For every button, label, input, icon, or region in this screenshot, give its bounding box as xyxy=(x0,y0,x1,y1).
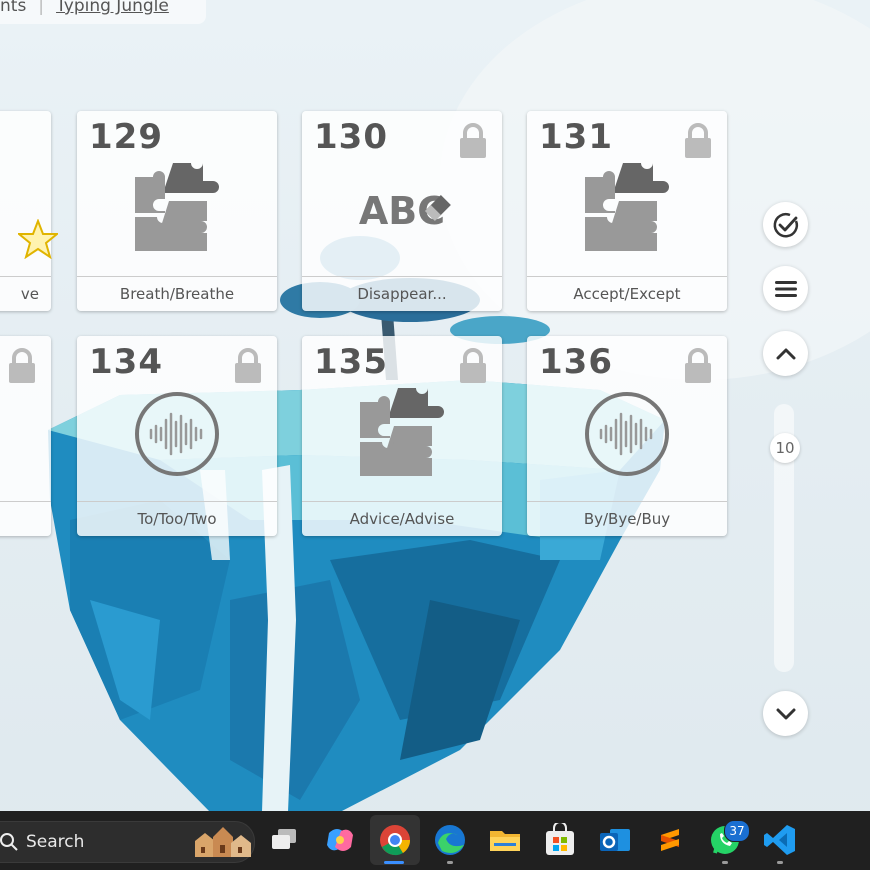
lesson-card-label: Advice/Advise xyxy=(302,501,502,536)
breadcrumb-separator: | xyxy=(38,0,45,16)
puzzle-icon xyxy=(585,163,669,251)
taskbar-search[interactable]: Search xyxy=(0,821,255,863)
lesson-card[interactable]: ve xyxy=(0,111,58,311)
edge-icon[interactable] xyxy=(433,823,467,857)
scroll-up-button[interactable] xyxy=(763,331,808,376)
lesson-card-label: Disappear... xyxy=(302,276,502,311)
taskbar: Search 37 xyxy=(0,811,870,870)
lesson-card-131[interactable]: 131 Accept/Except xyxy=(527,111,727,311)
lesson-card-label: To/Too/Two xyxy=(77,501,277,536)
search-icon xyxy=(0,833,18,851)
file-explorer-icon[interactable] xyxy=(488,823,522,857)
lesson-card-label: Breath/Breathe xyxy=(77,276,277,311)
breadcrumb-link-typing-jungle[interactable]: Typing Jungle xyxy=(56,0,169,16)
chevron-up-icon xyxy=(776,348,795,359)
chrome-icon[interactable] xyxy=(378,823,412,857)
lesson-number: 135 xyxy=(314,342,388,382)
sublime-text-icon[interactable] xyxy=(653,823,687,857)
lock-icon xyxy=(235,348,261,383)
vscode-running-indicator xyxy=(777,861,783,864)
abc-eraser-icon: ABC xyxy=(359,189,452,233)
breadcrumb-prev[interactable]: nts xyxy=(0,0,26,16)
microsoft-store-icon[interactable] xyxy=(543,823,577,857)
chevron-down-icon xyxy=(776,708,795,719)
vscode-icon[interactable] xyxy=(763,823,797,857)
lesson-number: 130 xyxy=(314,117,388,157)
sound-wave-icon xyxy=(135,392,219,476)
whatsapp-notification-badge: 37 xyxy=(724,820,750,842)
puzzle-icon xyxy=(135,163,219,251)
chrome-running-indicator xyxy=(384,861,404,864)
edge-running-indicator xyxy=(447,861,453,864)
lesson-card-130[interactable]: 130 ABC Disappear... xyxy=(302,111,502,311)
scroll-slider-knob[interactable]: 10 xyxy=(770,433,800,463)
search-label: Search xyxy=(26,832,85,852)
lesson-card-134[interactable]: 134 To/Too/Two xyxy=(77,336,277,536)
lesson-number: 134 xyxy=(89,342,163,382)
village-illustration-icon xyxy=(195,827,251,857)
task-view-icon[interactable] xyxy=(268,823,302,857)
whatsapp-running-indicator xyxy=(722,861,728,864)
check-circle-icon xyxy=(773,212,798,237)
star-icon xyxy=(18,219,58,259)
hamburger-icon xyxy=(774,280,797,297)
scroll-down-button[interactable] xyxy=(763,691,808,736)
lock-icon xyxy=(685,123,711,158)
lesson-card-label: By/Bye/Buy xyxy=(527,501,727,536)
puzzle-icon xyxy=(360,388,444,476)
lesson-number: 129 xyxy=(89,117,163,157)
menu-button[interactable] xyxy=(763,266,808,311)
lock-icon xyxy=(9,348,35,383)
lesson-card-136[interactable]: 136 By/Bye/Buy xyxy=(527,336,727,536)
eraser-icon xyxy=(425,195,452,221)
lesson-card[interactable] xyxy=(0,336,51,536)
lesson-card-135[interactable]: 135 Advice/Advise xyxy=(302,336,502,536)
lock-icon xyxy=(460,348,486,383)
lesson-card-label: ve xyxy=(0,276,51,311)
breadcrumb: nts | Typing Jungle xyxy=(0,0,206,24)
lesson-number: 136 xyxy=(539,342,613,382)
copilot-icon[interactable] xyxy=(323,823,357,857)
lock-icon xyxy=(460,123,486,158)
lock-icon xyxy=(685,348,711,383)
lesson-card-label: Accept/Except xyxy=(527,276,727,311)
lesson-number: 131 xyxy=(539,117,613,157)
lesson-card-label xyxy=(0,501,51,536)
outlook-icon[interactable] xyxy=(598,823,632,857)
sound-wave-icon xyxy=(585,392,669,476)
background-scene: nts | Typing Jungle ve 129 Breath/Breath… xyxy=(0,0,870,870)
lesson-card-129[interactable]: 129 Breath/Breathe xyxy=(77,111,277,311)
check-progress-button[interactable] xyxy=(763,202,808,247)
